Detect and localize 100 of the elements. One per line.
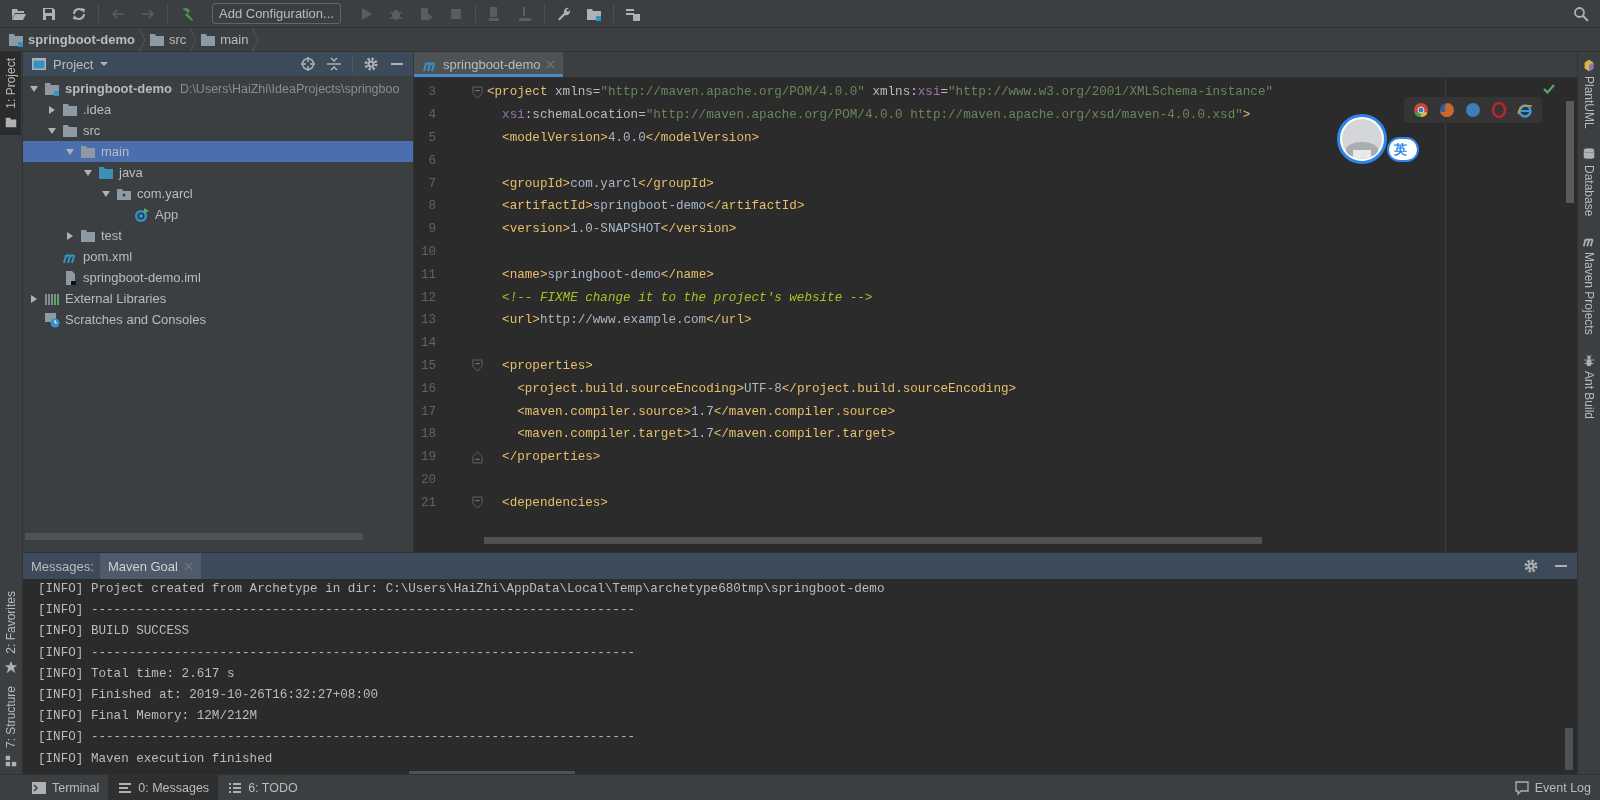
line-number: 18 xyxy=(419,427,436,442)
tree-item[interactable]: src xyxy=(23,120,413,141)
breadcrumb-item[interactable]: springboot-demo xyxy=(8,31,135,48)
line-number: 21 xyxy=(419,495,436,510)
expand-arrow-icon[interactable] xyxy=(29,293,39,304)
expand-arrow-icon[interactable] xyxy=(47,104,57,115)
line-number: 14 xyxy=(419,336,436,351)
expand-arrow-icon[interactable] xyxy=(65,230,75,241)
ant-icon xyxy=(1581,352,1596,367)
editor-tab[interactable]: springboot-demo xyxy=(414,52,563,77)
line-number: 19 xyxy=(419,450,436,465)
tree-item[interactable]: springboot-demo D:\Users\HaiZhi\IdeaProjects\springboo xyxy=(23,78,413,99)
fold-marker-icon[interactable] xyxy=(472,496,483,510)
code-line: <properties> xyxy=(501,358,593,373)
tree-item[interactable]: .idea xyxy=(23,99,413,120)
expand-arrow-icon[interactable] xyxy=(65,146,75,157)
log-line: [INFO] BUILD SUCCESS xyxy=(38,623,190,641)
line-number: 8 xyxy=(427,199,436,214)
tool-window-button[interactable]: 6: TODO xyxy=(218,775,307,800)
folder-icon xyxy=(98,164,114,181)
expand-arrow-icon[interactable] xyxy=(47,125,57,136)
folder-icon xyxy=(148,31,165,48)
panel-title: Messages: xyxy=(31,558,94,574)
terminal-icon xyxy=(31,779,47,796)
line-number: 5 xyxy=(427,131,436,145)
event-log-button[interactable]: Event Log xyxy=(1504,775,1600,800)
chevron-icon xyxy=(251,27,260,52)
console-icon xyxy=(44,311,60,328)
add-configuration-button[interactable]: Add Configuration... xyxy=(212,3,341,24)
settings-icon[interactable] xyxy=(363,56,379,72)
code-line: <project xmlns="http://maven.apache.org/POM/4.0.0" xmlns:xsi="http://www.w3.org/2001/XMLSchema-instance" xyxy=(487,85,1274,100)
tool-window-tab[interactable]: Ant Build xyxy=(1578,352,1599,419)
tool-window-tab[interactable]: 2: Favorites xyxy=(0,585,21,680)
tool-window-tab[interactable]: Database xyxy=(1578,146,1599,217)
search-icon[interactable] xyxy=(1573,5,1589,22)
line-number: 4 xyxy=(427,108,436,123)
log-line: [INFO] ------------------------------------------------------------------------ xyxy=(38,644,636,662)
code-line: xsi:schemaLocation="http://maven.apache.org/POM/4.0.0 http://maven.apache.org/xsd/maven-4.0.0.xsd"> xyxy=(501,108,1251,123)
sync-icon[interactable] xyxy=(71,5,87,22)
tree-item[interactable]: com.yarcl xyxy=(23,183,413,204)
code-line: <version>1.0-SNAPSHOT</version> xyxy=(501,222,737,237)
code-line: <name>springboot-demo</name> xyxy=(501,267,714,282)
database-icon xyxy=(1581,146,1596,161)
line-number: 3 xyxy=(427,85,436,100)
tool-window-tab[interactable]: PlantUML xyxy=(1578,58,1599,129)
tree-item[interactable]: springboot-demo.iml xyxy=(23,267,413,288)
input-method-indicator[interactable]: 英 xyxy=(1387,137,1419,162)
browser-icon[interactable] xyxy=(1413,102,1429,118)
line-number: 12 xyxy=(419,290,436,305)
scrollbar[interactable] xyxy=(484,537,1262,544)
expand-arrow-icon[interactable] xyxy=(101,188,111,199)
settings-icon[interactable] xyxy=(1523,558,1539,574)
code-line: <dependencies> xyxy=(501,495,608,510)
code-line: <artifactId>springboot-demo</artifactId> xyxy=(501,199,805,214)
log-line: [INFO] Maven execution finished xyxy=(38,750,273,768)
line-number: 6 xyxy=(427,153,436,168)
scrollbar[interactable] xyxy=(1566,101,1574,203)
log-line: [INFO] Project created from Archetype in dir: C:\Users\HaiZhi\AppData\Local\Temp\archetype680tmp\springboot-demo xyxy=(38,581,885,598)
scrollbar[interactable] xyxy=(1565,728,1573,770)
folder-icon xyxy=(62,101,78,118)
code-line: <groupId>com.yarcl</groupId> xyxy=(501,176,714,191)
fold-marker-icon[interactable] xyxy=(472,359,483,373)
speech-bubble-icon xyxy=(1513,779,1530,796)
tool-window-tab[interactable]: 1: Project xyxy=(0,52,21,135)
tool-window-button[interactable]: 0: Messages xyxy=(108,775,219,800)
tool-window-tab[interactable]: Maven Projects xyxy=(1578,234,1599,335)
folder-icon xyxy=(44,80,60,97)
code-line: <maven.compiler.source>1.7</maven.compiler.source> xyxy=(516,404,896,419)
fold-marker-icon[interactable] xyxy=(472,450,483,464)
fold-marker-icon[interactable] xyxy=(472,85,483,99)
tree-item[interactable]: pom.xml xyxy=(23,246,413,267)
expand-arrow-icon[interactable] xyxy=(29,83,39,94)
panel-tab[interactable]: Maven Goal xyxy=(99,553,201,579)
breadcrumb-item[interactable]: src xyxy=(148,31,187,48)
save-icon[interactable] xyxy=(41,5,57,22)
breadcrumb-item[interactable]: main xyxy=(200,31,249,48)
panel-title[interactable]: Project xyxy=(53,56,94,72)
collapse-all-icon[interactable] xyxy=(326,56,342,72)
folder-icon xyxy=(200,31,217,48)
tool-window-tab[interactable]: 7: Structure xyxy=(0,679,21,774)
code-line: <url>http://www.example.com</url> xyxy=(501,313,752,328)
expand-arrow-icon[interactable] xyxy=(83,167,93,178)
tree-item[interactable]: java xyxy=(23,162,413,183)
tool-window-button[interactable]: Terminal xyxy=(22,775,109,800)
folder-icon xyxy=(62,122,78,139)
log-line: [INFO] Total time: 2.617 s xyxy=(38,665,235,683)
star-icon xyxy=(3,659,18,674)
tree-item[interactable]: test xyxy=(23,225,413,246)
chevron-icon xyxy=(189,27,198,52)
penguin-icon[interactable] xyxy=(1337,114,1387,164)
tree-item[interactable]: Scratches and Consoles xyxy=(23,309,413,330)
crosshair-icon[interactable] xyxy=(300,56,316,72)
line-number: 20 xyxy=(419,472,436,487)
folder-icon xyxy=(80,227,96,244)
line-number: 7 xyxy=(427,176,436,191)
code-line: <!-- FIXME change it to the project's website --> xyxy=(501,290,873,305)
browser-icon[interactable] xyxy=(1517,102,1533,118)
tree-item[interactable]: External Libraries xyxy=(23,288,413,309)
tree-item[interactable]: App xyxy=(23,204,413,225)
caret-icon[interactable] xyxy=(99,59,110,69)
